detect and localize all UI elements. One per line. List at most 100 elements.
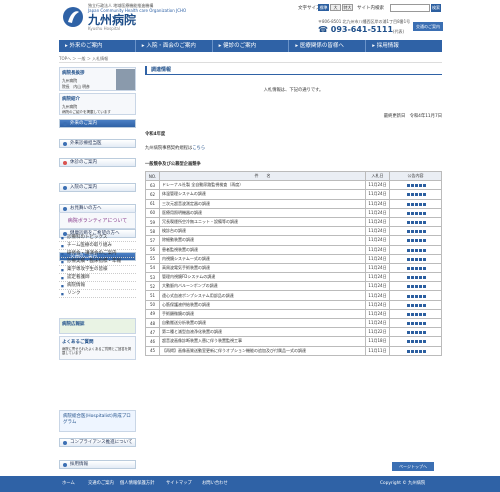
document-icon[interactable] [422,248,426,252]
document-icon[interactable] [414,230,418,234]
document-icon[interactable] [418,184,422,188]
document-icon[interactable] [414,312,418,316]
footer-privacy-link[interactable]: 個人情報保護方針 [120,480,154,486]
row-notice[interactable] [389,198,442,209]
document-icon[interactable] [414,221,418,225]
document-icon[interactable] [406,322,410,326]
document-icon[interactable] [406,331,410,335]
nav-outpatient[interactable]: ▸ 外来のご案内 [59,40,136,52]
director-greeting[interactable]: 病院長挨拶 九州病院 院長 内山 明彦 [59,67,136,91]
document-icon[interactable] [418,322,422,326]
document-icon[interactable] [410,312,414,316]
document-icon[interactable] [410,248,414,252]
document-icon[interactable] [410,285,414,289]
footer-access-link[interactable]: 交通のご案内 [88,480,114,486]
font-size-large-button[interactable]: 大 [330,4,341,11]
document-icon[interactable] [406,248,410,252]
document-icon[interactable] [422,294,426,298]
document-icon[interactable] [410,322,414,326]
document-icon[interactable] [414,285,418,289]
document-icon[interactable] [418,331,422,335]
document-icon[interactable] [422,322,426,326]
row-notice[interactable] [389,290,442,301]
document-icon[interactable] [422,184,426,188]
outpatient-doctors-button[interactable]: 外来診療担当医 [59,139,136,148]
row-notice[interactable] [389,336,442,347]
document-icon[interactable] [418,276,422,280]
row-notice[interactable] [389,327,442,338]
row-notice[interactable] [389,272,442,283]
document-icon[interactable] [410,202,414,206]
document-icon[interactable] [414,257,418,261]
list-item[interactable]: リンク [59,290,136,298]
regulation-link[interactable]: こちら [192,146,205,151]
document-icon[interactable] [422,312,426,316]
document-icon[interactable] [418,340,422,344]
document-icon[interactable] [422,230,426,234]
document-icon[interactable] [418,349,422,353]
document-icon[interactable] [418,193,422,197]
document-icon[interactable] [414,303,418,307]
access-button[interactable]: 交通のご案内 [413,22,443,31]
document-icon[interactable] [410,257,414,261]
document-icon[interactable] [406,349,410,353]
document-icon[interactable] [422,239,426,243]
document-icon[interactable] [414,248,418,252]
row-notice[interactable] [389,317,442,329]
document-icon[interactable] [418,202,422,206]
document-icon[interactable] [418,266,422,270]
document-icon[interactable] [418,303,422,307]
document-icon[interactable] [406,340,410,344]
document-icon[interactable] [406,193,410,197]
nav-recruit[interactable]: ▸ 採用情報 [366,40,442,52]
outpatient-button[interactable]: 外来のご案内 [59,119,136,128]
document-icon[interactable] [410,294,414,298]
document-icon[interactable] [406,276,410,280]
row-notice[interactable] [389,216,442,228]
document-icon[interactable] [414,184,418,188]
document-icon[interactable] [414,211,418,215]
footer-contact-link[interactable]: お問い合わせ [202,480,228,486]
row-notice[interactable] [389,244,442,255]
row-notice[interactable] [389,207,442,218]
document-icon[interactable] [414,276,418,280]
document-icon[interactable] [406,184,410,188]
document-icon[interactable] [422,331,426,335]
faq-banner[interactable]: よくあるご質問 病院に寄せられたよくあるご質問とご回答を掲載しています [59,336,136,360]
document-icon[interactable] [414,322,418,326]
document-icon[interactable] [418,294,422,298]
font-size-normal-button[interactable]: 標準 [318,4,329,11]
document-icon[interactable] [414,193,418,197]
document-icon[interactable] [422,257,426,261]
magazine-banner[interactable]: 病院広報誌 [59,318,136,334]
document-icon[interactable] [422,193,426,197]
document-icon[interactable] [422,276,426,280]
document-icon[interactable] [414,340,418,344]
document-icon[interactable] [418,248,422,252]
document-icon[interactable] [418,211,422,215]
row-notice[interactable] [389,262,442,274]
document-icon[interactable] [418,257,422,261]
inpatient-button[interactable]: 入院のご案内 [59,183,136,192]
document-icon[interactable] [406,257,410,261]
document-icon[interactable] [414,239,418,243]
hospital-logo-icon[interactable] [62,4,84,30]
volunteer-banner[interactable]: 病院ボランティアについて [59,212,136,229]
document-icon[interactable] [410,184,414,188]
document-icon[interactable] [422,349,426,353]
list-item[interactable]: 薬学専攻学生の皆様 [59,266,136,274]
hospitalist-banner[interactable]: 病院総合医(Hospitalist)育成プログラム [59,410,136,432]
list-item[interactable]: 病院情報 [59,282,136,290]
document-icon[interactable] [406,211,410,215]
row-notice[interactable] [389,189,442,200]
document-icon[interactable] [422,221,426,225]
document-icon[interactable] [414,331,418,335]
document-icon[interactable] [410,349,414,353]
document-icon[interactable] [410,266,414,270]
nav-inpatient[interactable]: ▸ 入院・面会のご案内 [136,40,213,52]
document-icon[interactable] [414,202,418,206]
document-icon[interactable] [418,239,422,243]
search-input[interactable] [390,4,430,12]
document-icon[interactable] [422,202,426,206]
document-icon[interactable] [410,331,414,335]
